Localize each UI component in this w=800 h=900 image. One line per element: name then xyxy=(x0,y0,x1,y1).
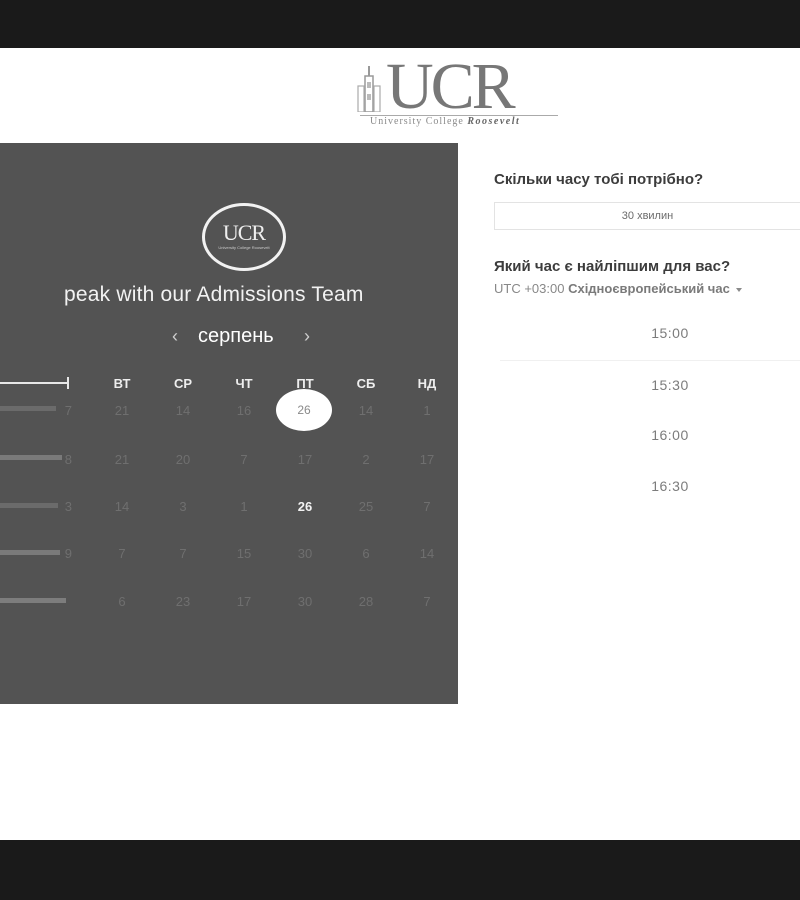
month-label: серпень xyxy=(198,325,274,347)
calendar-day[interactable]: 7 xyxy=(102,546,142,561)
calendar-day[interactable]: 6 xyxy=(102,594,142,609)
calendar-day[interactable]: 21 xyxy=(102,403,142,418)
row-bar xyxy=(0,503,58,508)
calendar-day[interactable]: 14 xyxy=(102,499,142,514)
calendar-day[interactable]: 7 xyxy=(163,546,203,561)
calendar-day[interactable]: 14 xyxy=(163,403,203,418)
timezone-name: Східноєвропейський час xyxy=(568,281,730,296)
logo-subtitle: University College Roosevelt xyxy=(370,116,520,127)
ucr-badge: UCR University College Roosevelt xyxy=(202,203,286,271)
calendar-day[interactable]: 28 xyxy=(346,594,386,609)
chevron-left-icon[interactable]: ‹ xyxy=(172,326,178,347)
calendar-day[interactable]: 23 xyxy=(163,594,203,609)
logo-subtitle-brand: Roosevelt xyxy=(467,116,521,127)
week-slider-line[interactable] xyxy=(0,382,68,384)
calendar-day[interactable]: 16 xyxy=(224,403,264,418)
calendar-day[interactable]: 3 xyxy=(163,499,203,514)
row-bar xyxy=(0,550,60,555)
calendar-day[interactable]: 14 xyxy=(346,403,386,418)
caret-down-icon xyxy=(735,287,742,292)
row-lead-number: 3 xyxy=(64,499,72,514)
badge-letters: UCR xyxy=(222,220,266,245)
bottom-bar xyxy=(0,840,800,900)
calendar-day[interactable]: 17 xyxy=(285,452,325,467)
time-slot[interactable]: 15:30 xyxy=(500,360,800,411)
duration-value: 30 хвилин xyxy=(621,210,674,222)
calendar-day[interactable]: 20 xyxy=(163,452,203,467)
calendar-day[interactable]: 25 xyxy=(346,499,386,514)
calendar-day[interactable]: 1 xyxy=(224,499,264,514)
time-slot-label: 16:30 xyxy=(651,478,689,494)
time-slot[interactable]: 15:00 xyxy=(500,309,800,359)
panel-title: peak with our Admissions Team xyxy=(64,283,364,306)
selected-day-label: 26 xyxy=(297,403,311,417)
weekday-tue: ВТ xyxy=(113,376,131,391)
weekday-wed: СР xyxy=(173,376,193,391)
tower-icon xyxy=(357,66,381,112)
time-slot[interactable]: 16:30 xyxy=(500,462,800,512)
calendar-day[interactable]: 30 xyxy=(285,594,325,609)
time-slot-label: 16:00 xyxy=(651,427,689,443)
calendar-day[interactable]: 7 xyxy=(407,594,447,609)
time-slot-label: 15:30 xyxy=(651,377,689,393)
time-slot[interactable]: 16:00 xyxy=(500,411,800,461)
row-bar xyxy=(0,406,56,411)
row-lead-number: 7 xyxy=(64,403,72,418)
calendar-day[interactable]: 30 xyxy=(285,546,325,561)
calendar-panel: UCR University College Roosevelt peak wi… xyxy=(0,143,458,704)
calendar-day-available[interactable]: 26 xyxy=(285,499,325,514)
calendar-day[interactable]: 14 xyxy=(407,546,447,561)
row-bar xyxy=(0,598,66,603)
month-navigator: ‹ серпень › xyxy=(172,324,322,352)
duration-question: Скільки часу тобі потрібно? xyxy=(494,171,704,188)
time-slot-label: 15:00 xyxy=(651,325,689,341)
row-lead-number: 8 xyxy=(64,452,72,467)
calendar-day[interactable]: 7 xyxy=(407,499,447,514)
duration-option[interactable]: 30 хвилин xyxy=(494,202,800,230)
ucr-logo: UCR University College Roosevelt xyxy=(356,50,562,132)
chevron-right-icon[interactable]: › xyxy=(304,326,310,347)
calendar-day[interactable]: 7 xyxy=(224,452,264,467)
logo-letters: UCR xyxy=(386,50,516,123)
weekday-sat: СБ xyxy=(356,376,376,391)
badge-subtitle: University College Roosevelt xyxy=(218,245,270,250)
weekday-thu: ЧТ xyxy=(235,376,253,391)
calendar-day[interactable]: 2 xyxy=(346,452,386,467)
week-slider-cap[interactable] xyxy=(67,377,69,389)
row-lead-number: 9 xyxy=(64,546,72,561)
row-bar xyxy=(0,455,62,460)
calendar-day[interactable]: 17 xyxy=(407,452,447,467)
calendar-day[interactable]: 17 xyxy=(224,594,264,609)
time-question: Який час є найліпшим для вас? xyxy=(494,258,731,275)
timezone-select[interactable]: UTC +03:00 Східноєвропейський час xyxy=(494,281,742,296)
calendar-day[interactable]: 1 xyxy=(407,403,447,418)
calendar-day-selected[interactable]: 26 xyxy=(276,389,332,431)
calendar-day[interactable]: 6 xyxy=(346,546,386,561)
top-bar xyxy=(0,0,800,48)
timezone-offset: UTC +03:00 xyxy=(494,281,565,296)
calendar-day[interactable]: 15 xyxy=(224,546,264,561)
weekday-sun: НД xyxy=(417,376,437,391)
calendar-day[interactable]: 21 xyxy=(102,452,142,467)
logo-subtitle-text: University College xyxy=(370,116,464,127)
